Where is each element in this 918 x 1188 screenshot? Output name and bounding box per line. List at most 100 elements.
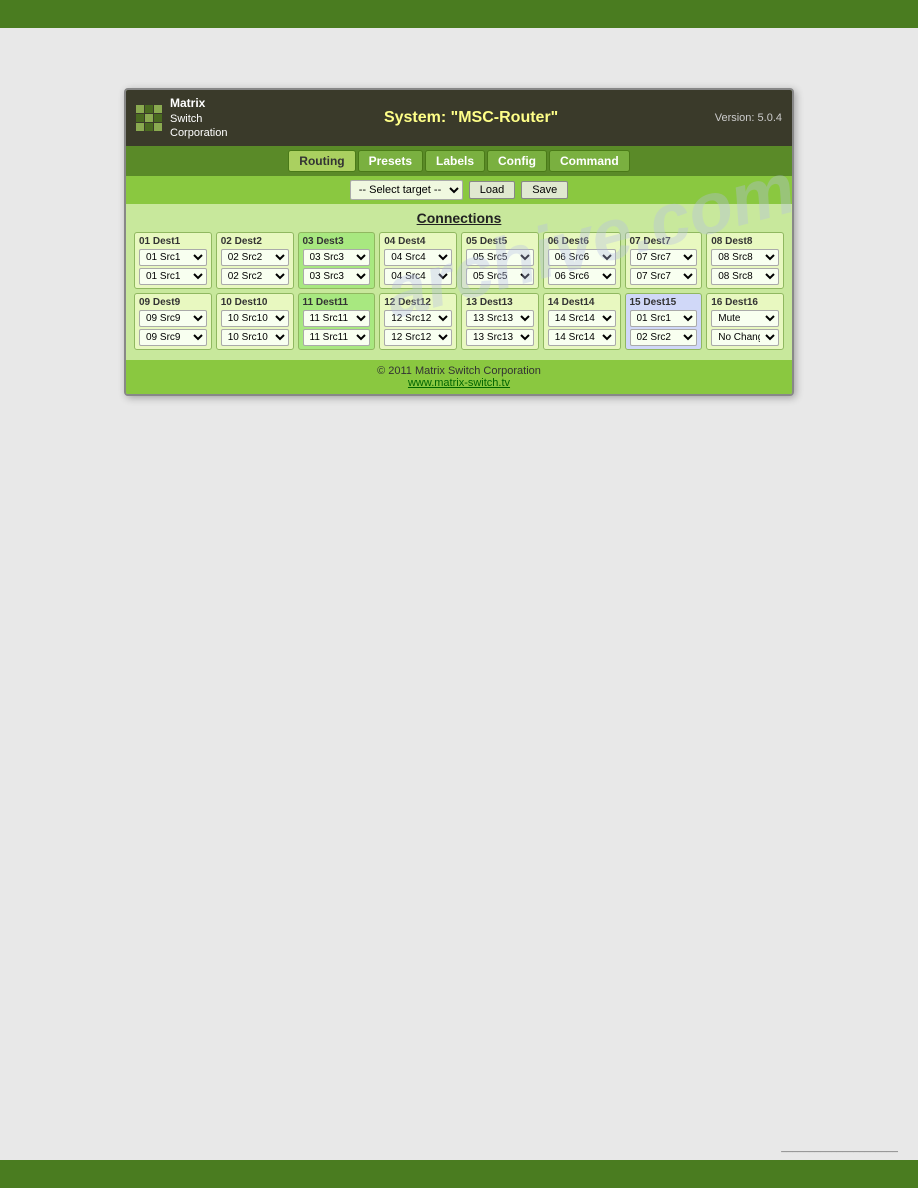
load-button[interactable]: Load bbox=[469, 181, 515, 199]
dest-label-12: 12 Dest12 bbox=[384, 297, 452, 308]
logo-cell bbox=[145, 114, 153, 122]
dest-select-09-src1[interactable]: 09 Src9 bbox=[139, 310, 207, 327]
dest-select-13-src1[interactable]: 13 Src13 bbox=[466, 310, 534, 327]
tab-labels[interactable]: Labels bbox=[425, 150, 485, 172]
company-name-line3: Corporation bbox=[170, 126, 227, 140]
company-name: Matrix bbox=[170, 96, 227, 112]
dest-cell-04: 04 Dest4 04 Src4 04 Src4 bbox=[379, 232, 457, 289]
logo-cell bbox=[154, 123, 162, 131]
dest-select-05-src2[interactable]: 05 Src5 bbox=[466, 268, 534, 285]
dest-cell-12: 12 Dest12 12 Src12 12 Src12 bbox=[379, 293, 457, 350]
dest-select-01-src2[interactable]: 01 Src1 bbox=[139, 268, 207, 285]
dest-label-16: 16 Dest16 bbox=[711, 297, 779, 308]
dest-select-16-src2[interactable]: No Change bbox=[711, 329, 779, 346]
system-label: System: bbox=[384, 109, 451, 126]
nav-tabs: Routing Presets Labels Config Command bbox=[126, 146, 792, 176]
dest-select-05-src1[interactable]: 05 Src5 bbox=[466, 249, 534, 266]
logo-cell bbox=[154, 105, 162, 113]
footer-website[interactable]: www.matrix-switch.tv bbox=[408, 377, 510, 389]
dest-label-09: 09 Dest9 bbox=[139, 297, 207, 308]
logo-cell bbox=[145, 123, 153, 131]
dest-select-14-src2[interactable]: 14 Src14 bbox=[548, 329, 616, 346]
dest-select-10-src2[interactable]: 10 Src10 bbox=[221, 329, 289, 346]
dest-label-05: 05 Dest5 bbox=[466, 236, 534, 247]
dest-cell-07: 07 Dest7 07 Src7 07 Src7 bbox=[625, 232, 703, 289]
dest-select-12-src2[interactable]: 12 Src12 bbox=[384, 329, 452, 346]
dest-select-13-src2[interactable]: 13 Src13 bbox=[466, 329, 534, 346]
dest-cell-06: 06 Dest6 06 Src6 06 Src6 bbox=[543, 232, 621, 289]
connections-title: Connections bbox=[134, 210, 784, 226]
tab-config[interactable]: Config bbox=[487, 150, 547, 172]
dest-select-06-src2[interactable]: 06 Src6 bbox=[548, 268, 616, 285]
dest-label-02: 02 Dest2 bbox=[221, 236, 289, 247]
dest-cell-15: 15 Dest15 01 Src1 02 Src2 bbox=[625, 293, 703, 350]
bottom-bar: _____________________ bbox=[0, 1160, 918, 1188]
dest-select-12-src1[interactable]: 12 Src12 bbox=[384, 310, 452, 327]
system-title: System: "MSC-Router" bbox=[227, 109, 714, 127]
version-text: Version: 5.0.4 bbox=[715, 112, 782, 124]
dest-row-1: 01 Dest1 01 Src1 01 Src1 02 Dest2 02 Src… bbox=[134, 232, 784, 289]
dest-select-06-src1[interactable]: 06 Src6 bbox=[548, 249, 616, 266]
tab-presets[interactable]: Presets bbox=[358, 150, 423, 172]
dest-select-04-src1[interactable]: 04 Src4 bbox=[384, 249, 452, 266]
dest-label-03: 03 Dest3 bbox=[303, 236, 371, 247]
dest-select-03-src2[interactable]: 03 Src3 bbox=[303, 268, 371, 285]
logo-area: Matrix Switch Corporation bbox=[136, 96, 227, 140]
dest-label-10: 10 Dest10 bbox=[221, 297, 289, 308]
top-bar bbox=[0, 0, 918, 28]
dest-select-10-src1[interactable]: 10 Src10 bbox=[221, 310, 289, 327]
dest-label-08: 08 Dest8 bbox=[711, 236, 779, 247]
tab-command[interactable]: Command bbox=[549, 150, 630, 172]
dest-label-04: 04 Dest4 bbox=[384, 236, 452, 247]
dest-select-03-src1[interactable]: 03 Src3 bbox=[303, 249, 371, 266]
dest-select-02-src1[interactable]: 02 Src2 bbox=[221, 249, 289, 266]
dest-cell-08: 08 Dest8 08 Src8 08 Src8 bbox=[706, 232, 784, 289]
dest-select-04-src2[interactable]: 04 Src4 bbox=[384, 268, 452, 285]
dest-cell-16: 16 Dest16 Mute No Change bbox=[706, 293, 784, 350]
dest-select-09-src2[interactable]: 09 Src9 bbox=[139, 329, 207, 346]
tab-routing[interactable]: Routing bbox=[288, 150, 355, 172]
save-button[interactable]: Save bbox=[521, 181, 568, 199]
logo-cell bbox=[136, 114, 144, 122]
logo-text: Matrix Switch Corporation bbox=[170, 96, 227, 140]
dest-cell-09: 09 Dest9 09 Src9 09 Src9 bbox=[134, 293, 212, 350]
dest-select-07-src1[interactable]: 07 Src7 bbox=[630, 249, 698, 266]
logo-grid bbox=[136, 105, 162, 131]
router-header: Matrix Switch Corporation System: "MSC-R… bbox=[126, 90, 792, 146]
dest-cell-10: 10 Dest10 10 Src10 10 Src10 bbox=[216, 293, 294, 350]
logo-cell bbox=[136, 105, 144, 113]
connections-area: Connections 01 Dest1 01 Src1 01 Src1 02 … bbox=[126, 204, 792, 360]
dest-cell-01: 01 Dest1 01 Src1 01 Src1 bbox=[134, 232, 212, 289]
dest-label-15: 15 Dest15 bbox=[630, 297, 698, 308]
dest-select-16-src1[interactable]: Mute bbox=[711, 310, 779, 327]
router-widget: Matrix Switch Corporation System: "MSC-R… bbox=[124, 88, 794, 396]
dest-select-01-src1[interactable]: 01 Src1 bbox=[139, 249, 207, 266]
dest-select-15-src2[interactable]: 02 Src2 bbox=[630, 329, 698, 346]
system-name: "MSC-Router" bbox=[451, 109, 559, 126]
toolbar: -- Select target -- Load Save bbox=[126, 176, 792, 204]
footer-copyright: © 2011 Matrix Switch Corporation bbox=[131, 365, 787, 377]
bottom-page-text: _____________________ bbox=[781, 1142, 898, 1153]
dest-row-2: 09 Dest9 09 Src9 09 Src9 10 Dest10 10 Sr… bbox=[134, 293, 784, 350]
dest-select-11-src1[interactable]: 11 Src11 bbox=[303, 310, 371, 327]
dest-select-11-src2[interactable]: 11 Src11 bbox=[303, 329, 371, 346]
dest-label-01: 01 Dest1 bbox=[139, 236, 207, 247]
dest-select-08-src2[interactable]: 08 Src8 bbox=[711, 268, 779, 285]
dest-cell-02: 02 Dest2 02 Src2 02 Src2 bbox=[216, 232, 294, 289]
dest-cell-13: 13 Dest13 13 Src13 13 Src13 bbox=[461, 293, 539, 350]
dest-select-15-src1[interactable]: 01 Src1 bbox=[630, 310, 698, 327]
dest-select-14-src1[interactable]: 14 Src14 bbox=[548, 310, 616, 327]
dest-label-11: 11 Dest11 bbox=[303, 297, 371, 308]
router-footer: © 2011 Matrix Switch Corporation www.mat… bbox=[126, 360, 792, 394]
target-select[interactable]: -- Select target -- bbox=[350, 180, 463, 200]
dest-select-08-src1[interactable]: 08 Src8 bbox=[711, 249, 779, 266]
dest-select-07-src2[interactable]: 07 Src7 bbox=[630, 268, 698, 285]
dest-cell-03: 03 Dest3 03 Src3 03 Src3 bbox=[298, 232, 376, 289]
page-content: archive.com Matrix Switch bbox=[0, 28, 918, 456]
dest-label-06: 06 Dest6 bbox=[548, 236, 616, 247]
dest-select-02-src2[interactable]: 02 Src2 bbox=[221, 268, 289, 285]
dest-cell-11: 11 Dest11 11 Src11 11 Src11 bbox=[298, 293, 376, 350]
logo-cell bbox=[145, 105, 153, 113]
dest-cell-05: 05 Dest5 05 Src5 05 Src5 bbox=[461, 232, 539, 289]
logo-cell bbox=[154, 114, 162, 122]
